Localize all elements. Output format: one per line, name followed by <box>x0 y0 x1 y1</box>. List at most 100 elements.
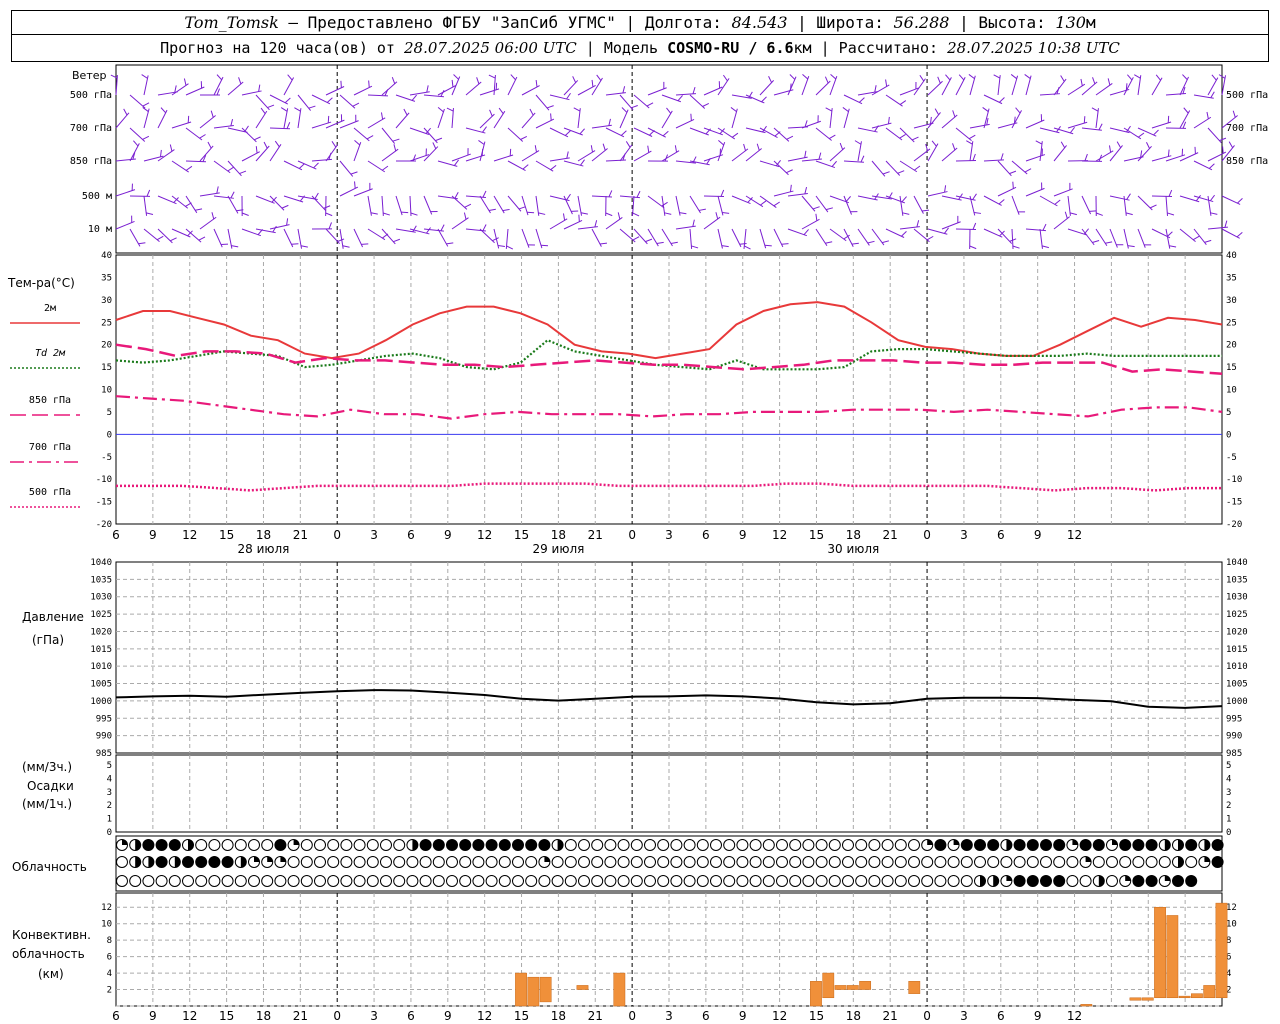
wind-barb-flag <box>899 100 907 105</box>
time-tick: 6 <box>407 528 415 542</box>
wind-barb-flag <box>882 171 890 175</box>
wind-barb-flag <box>169 144 173 152</box>
cloud-symbol <box>908 875 920 887</box>
wind-barb-flag <box>919 74 925 82</box>
cloud-symbol <box>789 875 802 887</box>
cloud-symbol <box>1119 839 1132 851</box>
cloud-symbol <box>1013 839 1026 851</box>
conv-bar <box>515 972 527 1007</box>
cloud-symbol <box>881 856 894 868</box>
cloud-symbol <box>525 875 538 887</box>
wind-barb-flag <box>255 146 258 154</box>
conv-unit: (км) <box>38 967 64 981</box>
cloud-symbol <box>934 856 947 868</box>
wind-barb-flag <box>284 97 291 104</box>
cloud-symbol <box>512 875 524 887</box>
cloud-symbol <box>261 875 274 887</box>
wind-barb-flag <box>968 134 976 140</box>
cloud-symbol <box>723 839 736 851</box>
cloud-symbol <box>802 839 815 851</box>
wind-barb-flag <box>1000 153 1004 161</box>
wind-barb-flag <box>314 192 319 200</box>
cloud-symbol <box>142 839 155 851</box>
wind-barb-flag <box>972 193 977 200</box>
wind-barb-flag <box>1208 163 1215 169</box>
wind-barb-flag <box>929 116 932 124</box>
wind-barb-flag <box>901 231 907 237</box>
time-tick: 3 <box>960 528 968 542</box>
cloud-symbol <box>353 875 366 887</box>
cloud-symbol <box>591 875 604 887</box>
wind-barb <box>297 94 312 111</box>
time-tick: 0 <box>923 1009 931 1023</box>
cloud-symbol <box>630 856 643 868</box>
cloud-symbol <box>419 839 432 851</box>
wind-barb-flag <box>254 136 261 141</box>
conv-bar <box>1215 902 1228 999</box>
temp-ytick-left: 30 <box>101 296 112 306</box>
cloud-symbol <box>657 839 670 851</box>
wind-barb-flag <box>829 134 836 140</box>
cloud-symbol <box>1106 856 1118 868</box>
cloud-symbol <box>472 856 485 868</box>
cloud-half <box>993 875 999 887</box>
wind-barb-flag <box>1140 150 1143 158</box>
cloud-symbol <box>894 839 907 851</box>
cloud-symbol <box>248 875 260 887</box>
wind-barb-flag <box>731 132 739 138</box>
time-tick: 0 <box>333 1009 341 1023</box>
wind-level-label-right: 850 гПа <box>1226 156 1268 167</box>
cloud-half <box>1204 839 1210 851</box>
cloud-symbol <box>815 856 828 868</box>
cloud-symbol <box>208 856 221 868</box>
wind-barb <box>353 188 373 197</box>
wind-barb-flag <box>756 143 760 151</box>
cloud-symbol <box>670 856 683 868</box>
cloud-symbol <box>591 839 604 851</box>
cloud-symbol <box>314 856 326 868</box>
wind-barb-flag <box>744 245 751 250</box>
wind-barb-flag <box>383 212 390 216</box>
time-tick: 6 <box>997 1009 1005 1023</box>
cloud-symbol <box>1026 875 1039 887</box>
cloud-symbol <box>459 856 472 868</box>
wind-barb-flag <box>608 118 611 126</box>
cloud-symbol <box>578 839 590 851</box>
wind-level-label-right: 700 гПа <box>1226 123 1268 134</box>
wind-barb-flag <box>183 78 187 86</box>
conv-bar <box>1203 985 1216 999</box>
pressure-ytick-right: 990 <box>1226 732 1242 742</box>
wind-barb-flag <box>760 200 767 206</box>
wind-barb-flag <box>411 94 417 101</box>
cloud-symbol <box>380 856 392 868</box>
wind-barb-flag <box>692 87 696 94</box>
wind-barb-flag <box>354 181 356 189</box>
wind-barb-flag <box>123 108 128 116</box>
wind-barb <box>1151 121 1172 129</box>
cloud-half <box>174 856 181 868</box>
wind-barb-flag <box>291 243 299 245</box>
wind-barb <box>549 218 568 230</box>
cloud-symbol <box>762 856 775 868</box>
wind-barb-flag <box>1060 75 1065 82</box>
cloud-symbol <box>155 875 168 887</box>
wind-barb-flag <box>534 145 537 153</box>
wind-barb-flag <box>159 149 162 157</box>
cloud-symbol <box>538 875 551 887</box>
wind-barb-flag <box>370 212 378 215</box>
wind-level-label: 700 гПа <box>70 123 112 134</box>
pressure-ytick-right: 1020 <box>1226 627 1248 637</box>
wind-barb-flag <box>867 240 875 244</box>
cloud-symbol <box>168 839 181 851</box>
cloud-symbol <box>776 839 788 851</box>
cloud-quarter <box>280 856 286 862</box>
temp-ytick-left: 40 <box>101 251 112 261</box>
wind-barb-flag <box>842 107 849 113</box>
wind-barb-flag <box>435 137 443 142</box>
cloud-symbol <box>432 875 445 887</box>
conv-bar <box>539 976 552 1003</box>
time-tick: 21 <box>883 1009 898 1023</box>
temp-ytick-left: 0 <box>107 430 112 440</box>
wind-barb-flag <box>596 74 602 81</box>
wind-barb-flag <box>328 222 332 230</box>
